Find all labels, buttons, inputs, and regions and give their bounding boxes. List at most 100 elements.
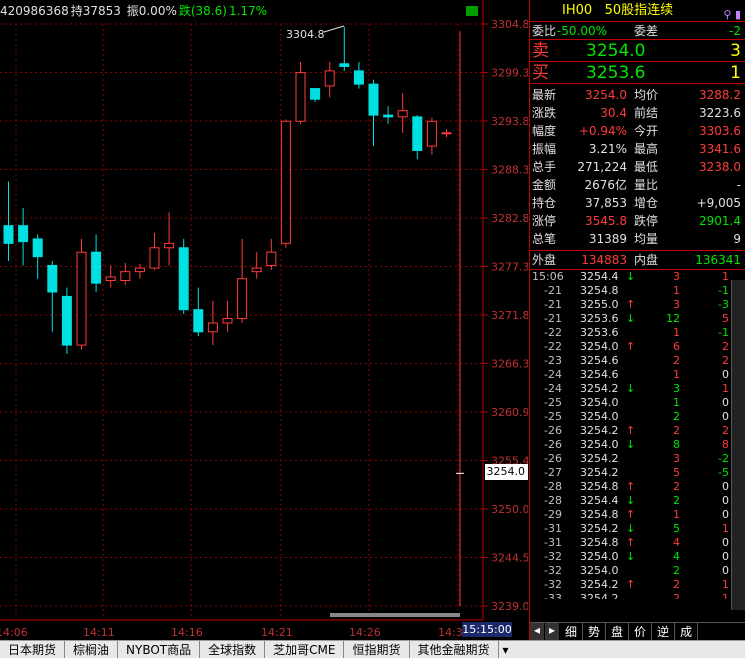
y-tick-label: 3293.8 [491,115,528,128]
stat-label: 增仓 [634,196,659,210]
stat-value: 31389 [588,232,627,246]
panel-tab[interactable]: 细 [560,623,584,640]
x-tick-label: 14:16 [171,626,203,639]
chart-scrollbar [330,613,460,617]
tick-row: -27 3254.2 5 -5 [530,466,745,480]
tick-row: -29 3254.8 ↑ 1 0 [530,508,745,522]
inner-value: 136341 [695,253,741,267]
tick-row: -23 3254.6 2 2 [530,354,745,368]
tick-pos-change: -1 [718,284,729,297]
stat-label: 振幅 [532,142,557,156]
candle-body [266,251,277,266]
stat-value: 3.21% [588,142,627,156]
tick-arrow-icon: ↑ [626,508,636,521]
tick-arrow-icon: ↓ [626,382,636,395]
candle-body [120,271,131,282]
candle-body [76,251,87,346]
tick-time: -23 [544,354,562,367]
buy-qty: 1 [730,63,741,83]
candle-body [310,88,321,100]
tick-qty: 3 [673,382,680,395]
stat-label: 跌停 [634,214,659,228]
market-tab[interactable]: 日本期货 [0,641,66,658]
stat-value: 3303.6 [699,124,741,138]
tick-qty: 4 [673,550,680,563]
tick-qty: 12 [666,312,680,325]
tick-qty: 4 [673,536,680,549]
tick-price: 3255.0 [580,298,619,311]
tick-row: -26 3254.2 3 -2 [530,452,745,466]
stat-label: 持仓 [532,196,557,210]
panel-tab[interactable]: 价 [629,623,653,640]
tick-pos-change: 0 [722,536,729,549]
tick-time: -24 [544,382,562,395]
sell-qty: 3 [730,41,741,61]
tick-pos-change: 2 [722,354,729,367]
market-tab[interactable]: NYBOT商品 [118,641,201,658]
panel-tab[interactable]: 成 [675,623,699,640]
tick-arrow-icon: ↓ [626,438,636,451]
tick-time: -22 [544,326,562,339]
candle-body [134,267,145,273]
y-tick-label: 3288.3 [491,164,528,177]
y-tick-label: 3271.8 [491,309,528,322]
stat-label: 金额 [532,178,557,192]
tick-qty: 2 [673,424,680,437]
tick-row: -31 3254.2 ↓ 5 1 [530,522,745,536]
outer-label: 外盘 [532,253,557,267]
tick-arrow-icon: ↓ [626,270,636,283]
market-tab[interactable]: 棕榈油 [65,641,119,658]
candle-body [149,247,160,269]
fall-pct-text: 1.17% [228,4,268,18]
panel-tab[interactable]: 盘 [606,623,630,640]
next-arrow-icon[interactable]: ▸ [545,623,559,640]
tick-arrow-icon: ↑ [626,578,636,591]
tick-row: -26 3254.2 ↑ 2 2 [530,424,745,438]
tick-time: -33 [544,592,562,599]
stat-value: 3223.6 [699,106,741,120]
tick-pos-change: 2 [722,424,729,437]
candle-body [178,247,189,311]
market-tab[interactable]: 恒指期货 [344,641,410,658]
tick-time: -21 [544,312,562,325]
tick-price: 3254.2 [580,424,619,437]
stat-value: 3254.0 [585,88,627,102]
market-tab[interactable]: 全球指数 [200,641,266,658]
candle-body [441,132,452,135]
tick-pos-change: 1 [722,578,729,591]
tick-time: -26 [544,452,562,465]
buy-row: 买 3253.6 1 [530,62,745,84]
tick-price: 3254.6 [580,368,619,381]
tick-arrow-icon: ↑ [626,424,636,437]
tick-list[interactable]: 15:06 3254.4 ↓ 3 1 -21 3254.8 1 -1 -21 3255.0 ↑ 3 -3-… [530,269,745,599]
panel-tab[interactable]: 势 [583,623,607,640]
tick-time: -21 [544,284,562,297]
tick-qty: 3 [673,452,680,465]
prev-arrow-icon[interactable]: ◂ [530,623,544,640]
candlestick-chart[interactable]: 3304.8 3299.3 3293.8 3288.3 3282.8 3277.3 3271… [0,0,528,640]
candle-body [251,267,262,273]
market-tab[interactable]: 其他金融期货 [410,641,499,658]
tick-price: 3254.6 [580,354,619,367]
stat-label: 总手 [532,160,557,174]
tick-arrow-icon: ↓ [626,522,636,535]
tick-time: -31 [544,536,562,549]
stat-value: 3288.2 [699,88,741,102]
tick-price: 3254.0 [580,396,619,409]
market-tab[interactable]: 芝加哥CME [265,641,345,658]
stats-row: 振幅 3.21% 最高 3341.6 [530,140,745,158]
tick-price: 3253.6 [580,312,619,325]
stat-value: 2901.4 [699,214,741,228]
tick-pos-change: 8 [722,438,729,451]
panel-tab[interactable]: 逆 [652,623,676,640]
kline-chart-area[interactable]: 3304.8 3299.3 3293.8 3288.3 3282.8 3277.3 3271… [0,0,528,640]
tick-pos-change: 0 [722,494,729,507]
tool-icon [466,6,478,16]
tick-pos-change: 0 [722,550,729,563]
tab-dropdown-icon[interactable]: ▾ [499,641,513,658]
candle-body [47,264,58,293]
tick-pos-change: 0 [722,410,729,423]
tick-scrollbar[interactable] [731,280,745,610]
tick-qty: 8 [673,438,680,451]
candle-body [237,278,248,320]
